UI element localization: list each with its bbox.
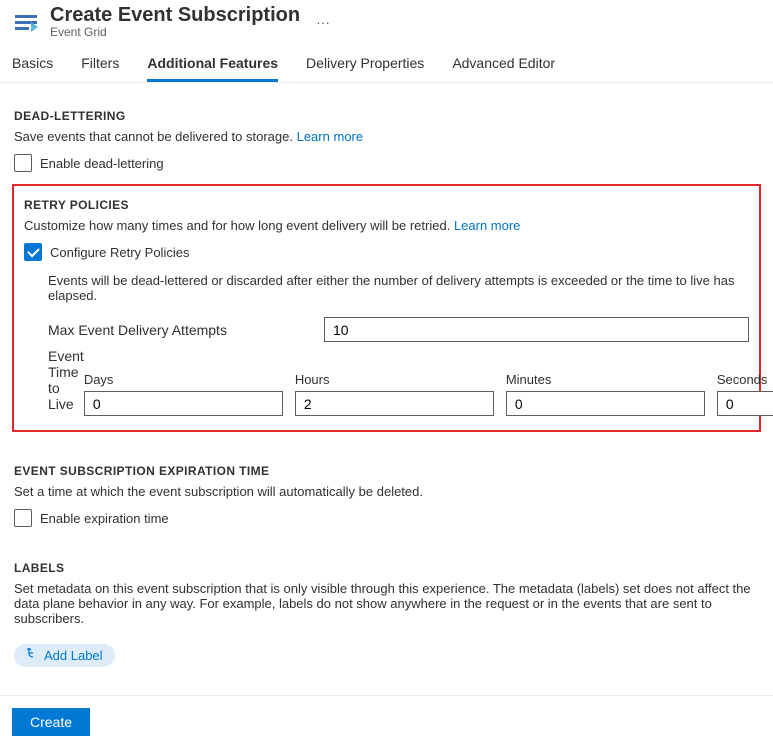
labels-title: LABELS [14, 561, 759, 575]
ttl-seconds-input[interactable] [717, 391, 773, 416]
more-icon[interactable]: ··· [316, 14, 330, 30]
event-grid-icon [12, 8, 40, 36]
expiration-desc: Set a time at which the event subscripti… [14, 484, 759, 499]
configure-retry-checkbox[interactable] [24, 243, 42, 261]
retry-title: RETRY POLICIES [24, 198, 749, 212]
expiration-title: EVENT SUBSCRIPTION EXPIRATION TIME [14, 464, 759, 478]
enable-expiration-checkbox[interactable] [14, 509, 32, 527]
tab-bar: Basics Filters Additional Features Deliv… [0, 45, 773, 83]
create-button[interactable]: Create [12, 708, 90, 736]
ttl-seconds-label: Seconds [717, 372, 773, 387]
tab-additional-features[interactable]: Additional Features [147, 51, 278, 82]
footer: Create [0, 695, 773, 748]
dead-lettering-section: DEAD-LETTERING Save events that cannot b… [12, 95, 761, 178]
max-attempts-label: Max Event Delivery Attempts [24, 322, 324, 338]
max-attempts-input[interactable] [324, 317, 749, 342]
retry-desc-text: Customize how many times and for how lon… [24, 218, 450, 233]
enable-dead-lettering-checkbox[interactable] [14, 154, 32, 172]
labels-desc: Set metadata on this event subscription … [14, 581, 759, 626]
tab-delivery-properties[interactable]: Delivery Properties [306, 51, 424, 82]
add-label-text: Add Label [44, 648, 103, 663]
ttl-label: Event Time to Live [24, 348, 84, 416]
ttl-minutes-label: Minutes [506, 372, 705, 387]
ttl-minutes-input[interactable] [506, 391, 705, 416]
retry-policies-section: RETRY POLICIES Customize how many times … [12, 184, 761, 432]
page-header: Create Event Subscription Event Grid ··· [0, 0, 773, 45]
add-label-button[interactable]: Add Label [14, 644, 115, 667]
enable-dead-lettering-label: Enable dead-lettering [40, 156, 164, 171]
dead-lettering-learn-link[interactable]: Learn more [297, 129, 363, 144]
labels-section: LABELS Set metadata on this event subscr… [12, 547, 761, 673]
retry-hint: Events will be dead-lettered or discarde… [48, 273, 749, 303]
expiration-section: EVENT SUBSCRIPTION EXPIRATION TIME Set a… [12, 450, 761, 533]
ttl-days-input[interactable] [84, 391, 283, 416]
retry-desc: Customize how many times and for how lon… [24, 218, 749, 233]
configure-retry-label: Configure Retry Policies [50, 245, 189, 260]
dead-lettering-desc-text: Save events that cannot be delivered to … [14, 129, 293, 144]
tab-filters[interactable]: Filters [81, 51, 119, 82]
dead-lettering-title: DEAD-LETTERING [14, 109, 759, 123]
page-title: Create Event Subscription [50, 4, 300, 27]
add-label-icon [26, 648, 38, 663]
ttl-days-label: Days [84, 372, 283, 387]
ttl-hours-input[interactable] [295, 391, 494, 416]
retry-learn-link[interactable]: Learn more [454, 218, 520, 233]
page-subtitle: Event Grid [50, 25, 300, 39]
ttl-hours-label: Hours [295, 372, 494, 387]
enable-expiration-label: Enable expiration time [40, 511, 169, 526]
tab-basics[interactable]: Basics [12, 51, 53, 82]
tab-advanced-editor[interactable]: Advanced Editor [452, 51, 555, 82]
dead-lettering-desc: Save events that cannot be delivered to … [14, 129, 759, 144]
